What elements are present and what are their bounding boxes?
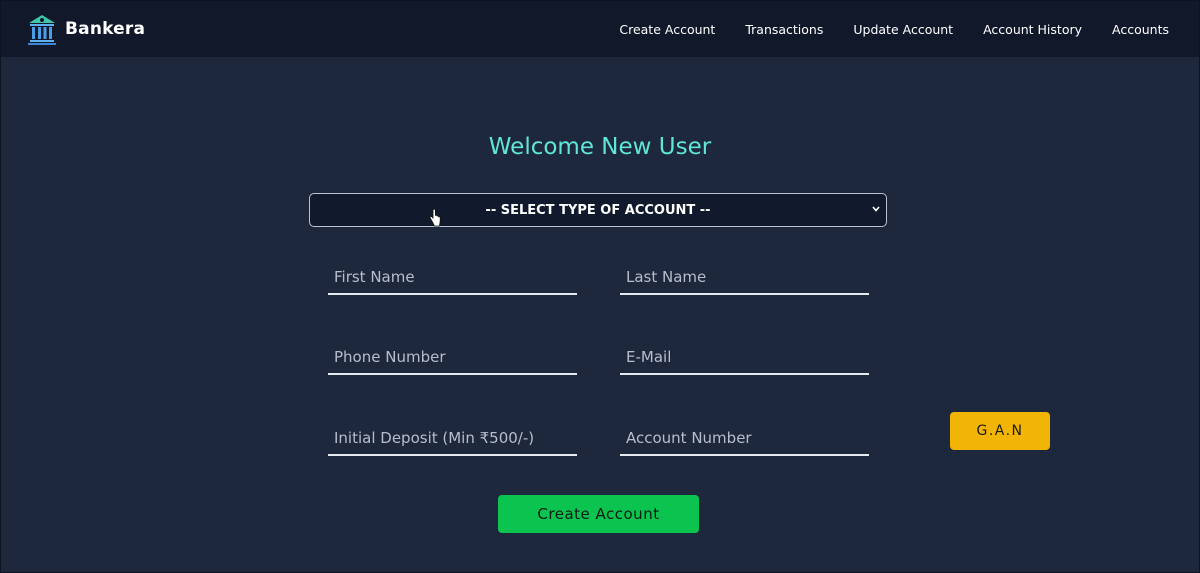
nav-account-history[interactable]: Account History — [983, 22, 1082, 37]
nav-links: Create Account Transactions Update Accou… — [619, 22, 1169, 37]
account-number-input[interactable] — [620, 422, 869, 456]
account-type-select[interactable]: -- SELECT TYPE OF ACCOUNT -- — [309, 193, 887, 227]
email-input[interactable] — [620, 341, 869, 375]
phone-number-input[interactable] — [328, 341, 577, 375]
nav-accounts[interactable]: Accounts — [1112, 22, 1169, 37]
page-title: Welcome New User — [488, 134, 712, 160]
nav-update-account[interactable]: Update Account — [853, 22, 953, 37]
navbar: Bankera Create Account Transactions Upda… — [1, 1, 1199, 57]
nav-transactions[interactable]: Transactions — [745, 22, 823, 37]
last-name-input[interactable] — [620, 261, 869, 295]
nav-create-account[interactable]: Create Account — [619, 22, 715, 37]
account-type-select-wrapper: -- SELECT TYPE OF ACCOUNT -- — [309, 193, 887, 227]
create-account-button[interactable]: Create Account — [498, 495, 699, 533]
generate-account-number-button[interactable]: G.A.N — [950, 412, 1050, 450]
first-name-input[interactable] — [328, 261, 577, 295]
bank-icon — [28, 15, 56, 45]
hand-cursor-icon — [429, 209, 441, 227]
initial-deposit-input[interactable] — [328, 422, 577, 456]
brand-name: Bankera — [65, 19, 146, 39]
brand[interactable]: Bankera — [27, 13, 145, 45]
